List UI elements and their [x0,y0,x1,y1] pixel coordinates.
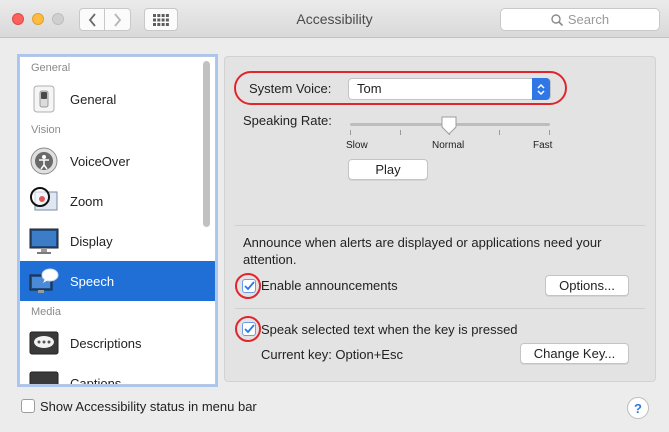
help-button[interactable]: ? [627,397,649,419]
category-list[interactable]: General General Vision VoiceOver Zoom Di… [19,56,216,385]
captions-icon [29,368,59,384]
divider [235,308,645,309]
system-voice-select[interactable]: Tom [348,78,551,100]
rate-normal-label: Normal [432,140,465,151]
sidebar-item-label: Zoom [70,193,104,209]
chevron-updown-icon [532,78,550,100]
play-button[interactable]: Play [348,159,428,180]
sidebar-item-zoom[interactable]: Zoom [20,181,215,221]
show-status-menu-bar-label: Show Accessibility status in menu bar [40,399,257,414]
show-status-menu-bar-checkbox[interactable] [21,399,35,413]
sidebar-item-label: Speech [70,273,115,289]
section-header-vision: Vision [31,124,61,136]
descriptions-icon [29,328,59,358]
speech-icon [29,266,59,296]
divider [235,225,645,226]
sidebar-item-captions[interactable]: Captions [20,363,215,385]
options-button[interactable]: Options... [545,275,629,296]
speech-settings-panel: System Voice: Tom Speaking Rate: Slow No… [224,56,656,382]
sidebar-item-label: Display [70,233,113,249]
list-scrollbar[interactable] [203,61,210,227]
search-field[interactable]: Search [500,8,660,31]
voiceover-icon [29,146,59,176]
sidebar-item-label: General [70,91,117,107]
speak-selected-text-checkbox[interactable] [242,322,256,336]
slider-tick [400,130,401,135]
sidebar-item-display[interactable]: Display [20,221,215,261]
change-key-button[interactable]: Change Key... [520,343,629,364]
slider-tick [350,130,351,135]
sidebar-item-label: VoiceOver [70,153,130,169]
switch-icon [29,84,59,114]
rate-slow-label: Slow [346,140,368,151]
enable-announcements-label: Enable announcements [261,278,398,293]
section-header-media: Media [31,306,61,318]
checkmark-icon [243,281,255,291]
sidebar-item-descriptions[interactable]: Descriptions [20,323,215,363]
sidebar-item-voiceover[interactable]: VoiceOver [20,141,215,181]
slider-tick [549,130,550,135]
system-voice-value: Tom [357,81,382,96]
display-icon [29,226,59,256]
search-placeholder: Search [567,12,610,27]
slider-thumb[interactable] [441,116,457,135]
announce-description: Announce when alerts are displayed or ap… [243,235,602,267]
sidebar-item-speech[interactable]: Speech [20,261,215,301]
system-voice-label: System Voice: [249,81,332,96]
current-key-label: Current key: Option+Esc [261,347,403,362]
section-header-general: General [31,62,71,74]
sidebar-item-label: Captions [70,375,122,385]
speaking-rate-label: Speaking Rate: [243,113,332,128]
enable-announcements-checkbox[interactable] [242,279,256,293]
rate-fast-label: Fast [533,140,553,151]
checkmark-icon [243,324,255,334]
search-icon [551,13,563,26]
title-bar: Accessibility Search [0,0,669,38]
zoom-icon [29,186,59,216]
sidebar-item-general[interactable]: General [20,79,215,119]
slider-tick [499,130,500,135]
sidebar-item-label: Descriptions [70,335,142,351]
speak-selected-text-label: Speak selected text when the key is pres… [261,322,518,337]
